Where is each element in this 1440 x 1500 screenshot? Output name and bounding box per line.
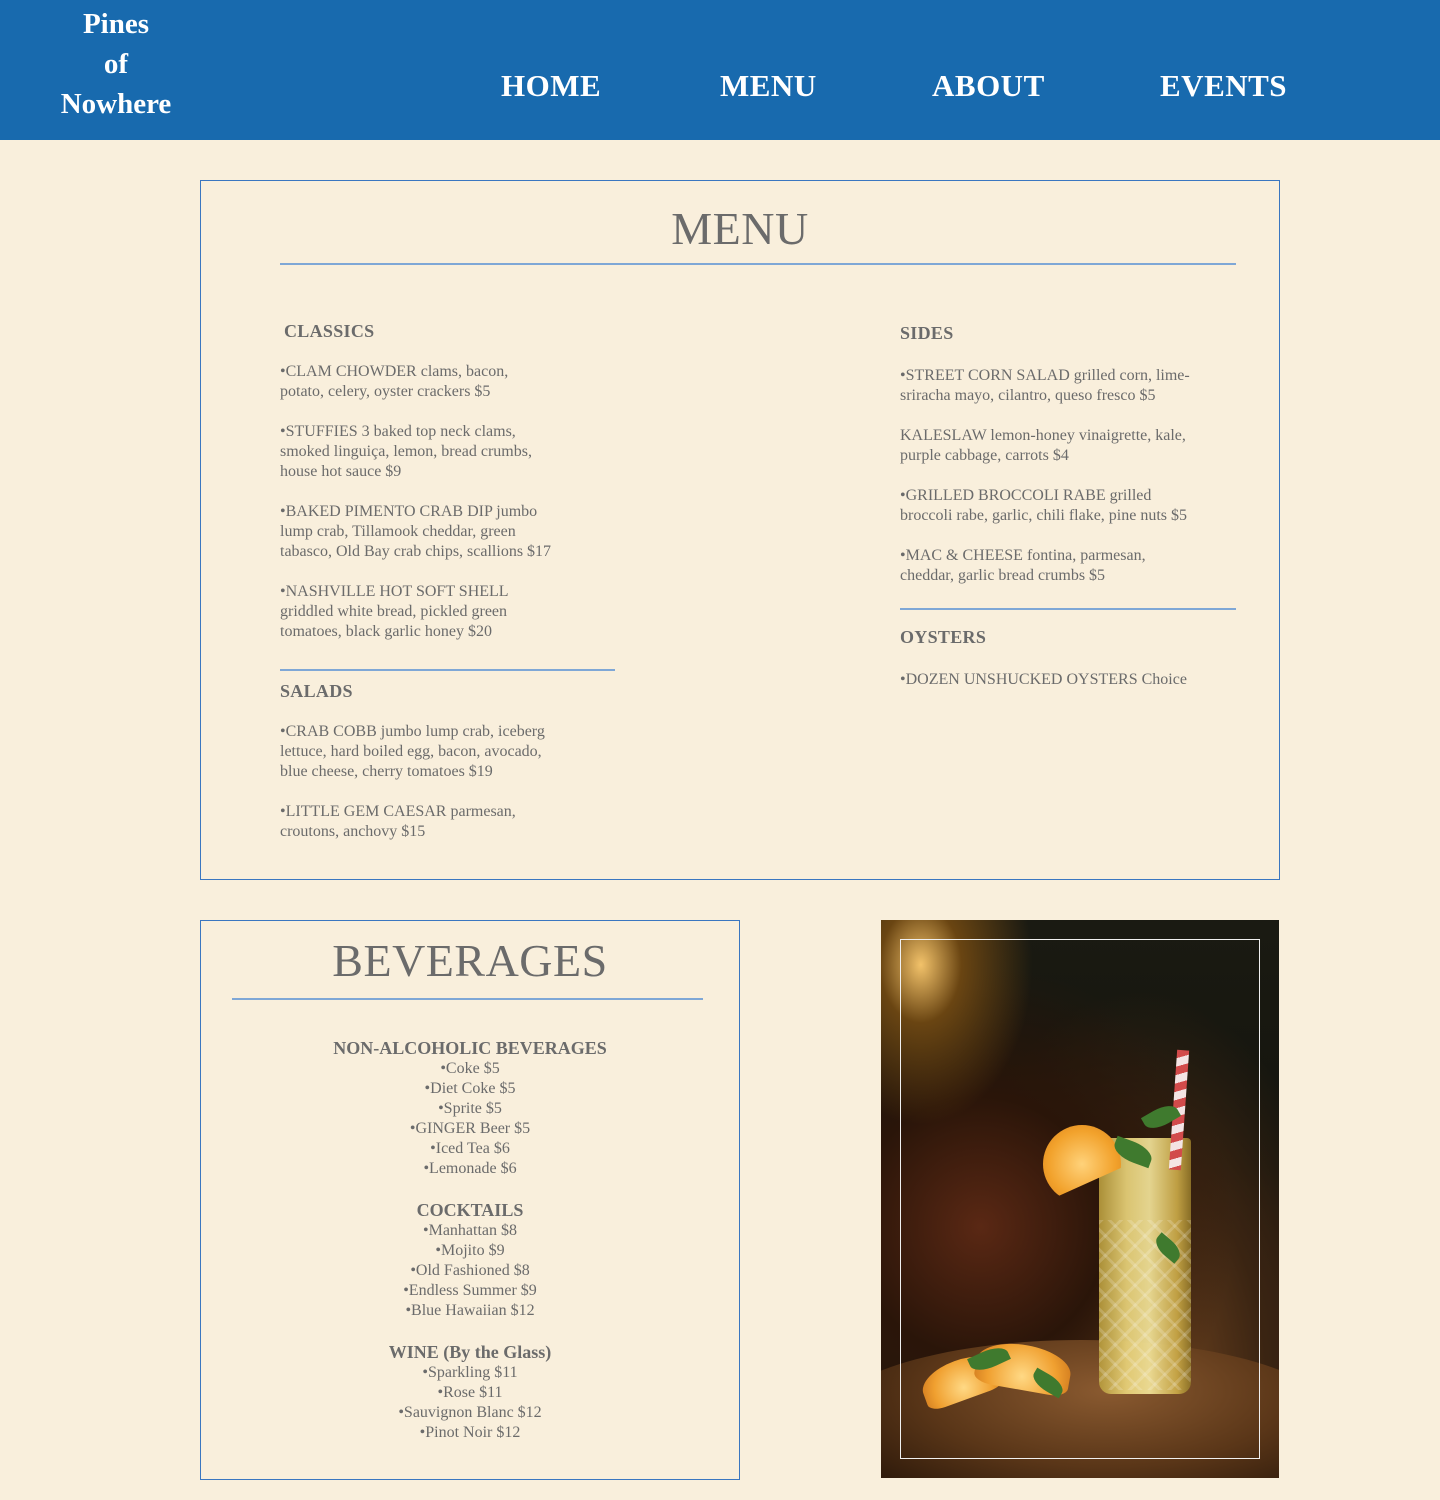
beverage-group: NON-ALCOHOLIC BEVERAGES •Coke $5 •Diet C… [201,1038,739,1179]
beverage-group: COCKTAILS •Manhattan $8 •Mojito $9 •Old … [201,1200,739,1321]
beverage-item: •Manhattan $8 [422,1222,518,1239]
beverages-list: NON-ALCOHOLIC BEVERAGES •Coke $5 •Diet C… [201,1038,739,1464]
menu-item-line: •CRAB COBB jumbo lump crab, iceberg [280,723,545,740]
beverage-item: •Rose $11 [437,1384,503,1401]
menu-item: KALESLAW lemon-honey vinaigrette, kale, … [900,426,1186,466]
menu-item-line: smoked linguiça, lemon, bread crumbs, [280,443,532,460]
menu-item-line: •DOZEN UNSHUCKED OYSTERS Choice [900,671,1187,688]
beverage-item: •Endless Summer $9 [403,1282,537,1299]
nav-about[interactable]: ABOUT [932,66,1045,106]
main-nav: HOME MENU ABOUT EVENTS [0,66,1440,106]
beverage-item: •Blue Hawaiian $12 [405,1302,535,1319]
menu-item-line: tabasco, Old Bay crab chips, scallions $… [280,543,552,560]
photo-frame [900,939,1260,1459]
menu-item: •CRAB COBB jumbo lump crab, iceberg lett… [280,722,545,782]
section-heading-salads: SALADS [280,681,353,701]
beverage-group-heading: COCKTAILS [416,1200,524,1220]
beverage-group: WINE (By the Glass) •Sparkling $11 •Rose… [201,1342,739,1443]
menu-title-divider [280,263,1236,265]
menu-item: •DOZEN UNSHUCKED OYSTERS Choice [900,670,1187,690]
menu-item-line: potato, celery, oyster crackers $5 [280,383,491,400]
beverages-title-divider [232,998,703,1000]
beverage-item: •Pinot Noir $12 [419,1424,521,1441]
menu-item: •LITTLE GEM CAESAR parmesan, croutons, a… [280,802,516,842]
menu-item-line: •LITTLE GEM CAESAR parmesan, [280,803,516,820]
menu-item-line: purple cabbage, carrots $4 [900,447,1069,464]
beverage-group-heading: WINE (By the Glass) [388,1342,552,1362]
beverage-item: •Old Fashioned $8 [410,1262,530,1279]
beverage-item: •Diet Coke $5 [424,1080,516,1097]
menu-item-line: tomatoes, black garlic honey $20 [280,623,492,640]
menu-item-line: lump crab, Tillamook cheddar, green [280,523,516,540]
beverages-title: BEVERAGES [332,935,608,986]
section-heading-oysters: OYSTERS [900,627,987,647]
menu-title: MENU [671,203,809,254]
menu-item-line: •CLAM CHOWDER clams, bacon, [280,363,509,380]
menu-item: •STREET CORN SALAD grilled corn, lime- s… [900,366,1190,406]
beverage-item: •Sparkling $11 [422,1364,518,1381]
beverage-item: •Mojito $9 [435,1242,505,1259]
section-divider [900,608,1236,610]
menu-item-line: •BAKED PIMENTO CRAB DIP jumbo [280,503,538,520]
menu-item-line: •STREET CORN SALAD grilled corn, lime- [900,367,1190,384]
beverage-item: •Lemonade $6 [423,1160,517,1177]
brand-logo[interactable]: Pines of Nowhere [40,4,192,124]
beverage-item: •Coke $5 [440,1060,500,1077]
section-divider [280,669,615,671]
menu-item-line: blue cheese, cherry tomatoes $19 [280,763,493,780]
menu-item-line: griddled white bread, pickled green [280,603,508,620]
nav-events[interactable]: EVENTS [1160,66,1287,106]
brand-line: Pines [82,8,150,40]
site-header: Pines of Nowhere HOME MENU ABOUT EVENTS [0,0,1440,140]
menu-item: •NASHVILLE HOT SOFT SHELL griddled white… [280,582,509,642]
menu-item-line: broccoli rabe, garlic, chili flake, pine… [900,507,1188,524]
menu-item: •STUFFIES 3 baked top neck clams, smoked… [280,422,532,482]
section-heading-classics: CLASSICS [284,321,375,341]
menu-item-line: house hot sauce $9 [280,463,402,480]
menu-item: •MAC & CHEESE fontina, parmesan, cheddar… [900,546,1146,586]
menu-item-line: croutons, anchovy $15 [280,823,426,840]
menu-card: MENU CLASSICS •CLAM CHOWDER clams, bacon… [200,180,1280,880]
menu-item-line: lettuce, hard boiled egg, bacon, avocado… [280,743,542,760]
beverage-item: •GINGER Beer $5 [409,1120,531,1137]
menu-item-line: •MAC & CHEESE fontina, parmesan, [900,547,1146,564]
cocktail-photo [881,920,1279,1478]
menu-item: •CLAM CHOWDER clams, bacon, potato, cele… [280,362,508,402]
section-heading-sides: SIDES [900,323,954,343]
beverage-item: •Sauvignon Blanc $12 [398,1404,542,1421]
menu-item: •GRILLED BROCCOLI RABE grilled broccoli … [900,486,1187,526]
beverage-item: •Sprite $5 [438,1100,502,1117]
menu-item-line: cheddar, garlic bread crumbs $5 [900,567,1106,584]
menu-item-line: •STUFFIES 3 baked top neck clams, [280,423,516,440]
beverage-group-heading: NON-ALCOHOLIC BEVERAGES [333,1038,607,1058]
menu-item: •BAKED PIMENTO CRAB DIP jumbo lump crab,… [280,502,551,562]
beverages-card: BEVERAGES NON-ALCOHOLIC BEVERAGES •Coke … [200,920,740,1480]
menu-item-line: •NASHVILLE HOT SOFT SHELL [280,583,509,600]
beverage-item: •Iced Tea $6 [430,1140,510,1157]
menu-item-line: •GRILLED BROCCOLI RABE grilled [900,487,1152,504]
nav-menu[interactable]: MENU [720,66,817,106]
menu-item-line: sriracha mayo, cilantro, queso fresco $5 [900,387,1156,404]
menu-item-line: KALESLAW lemon-honey vinaigrette, kale, [900,427,1186,444]
nav-home[interactable]: HOME [501,66,601,106]
